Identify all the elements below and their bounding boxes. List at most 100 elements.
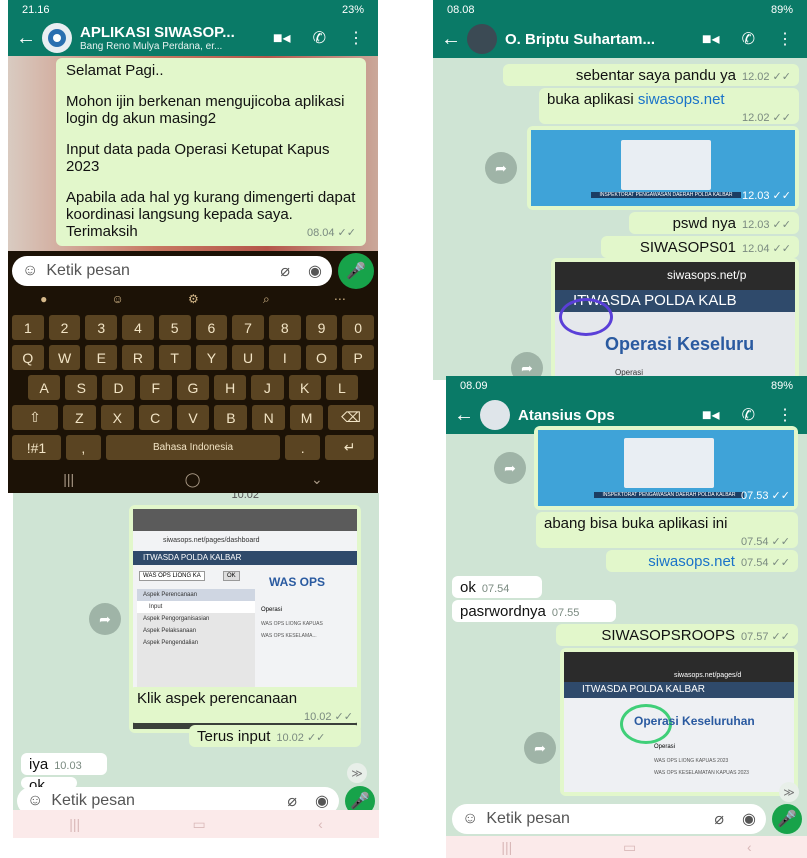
key[interactable]: 1 [12,315,44,340]
key[interactable]: J [251,375,284,400]
key[interactable]: K [288,375,321,400]
video-call-icon[interactable]: ■◂ [702,29,720,49]
message-bubble[interactable]: Klik aspek perencanaan 10.02 ✓✓ [129,687,361,723]
symbols-key[interactable]: !#1 [12,435,61,460]
message-bubble[interactable]: buka aplikasi siwasops.net 12.02 ✓✓ [539,88,799,124]
scroll-down-button[interactable]: ≫ [779,782,799,802]
message-bubble[interactable]: pasrwordnya 07.55 [452,600,616,622]
search-icon[interactable]: ⌕ [263,292,270,307]
emoji-icon[interactable]: ☺ [27,792,43,810]
key[interactable]: M [290,405,324,430]
chat-title[interactable]: APLIKASI SIWASOP... Bang Reno Mulya Perd… [80,24,273,52]
key[interactable]: V [176,405,210,430]
message-bubble[interactable]: siwasops.net 07.54 ✓✓ [606,550,798,572]
message-bubble[interactable]: iya 10.03 [21,753,107,775]
key[interactable]: A [28,375,61,400]
forward-icon[interactable]: ➦ [485,152,517,184]
phone-call-icon[interactable]: ✆ [742,405,755,425]
key[interactable]: L [325,375,358,400]
recent-apps-icon[interactable]: ||| [69,816,80,832]
camera-icon[interactable]: ◉ [315,791,329,811]
key[interactable]: S [65,375,98,400]
message-bubble[interactable]: abang bisa buka aplikasi ini 07.54 ✓✓ [536,512,798,548]
forward-icon[interactable]: ➦ [89,603,121,635]
key[interactable]: N [252,405,286,430]
message-link[interactable]: siwasops.net [648,553,735,570]
period-key[interactable]: . [285,435,321,460]
key[interactable]: Z [63,405,96,430]
key[interactable]: 8 [268,315,301,340]
key[interactable]: U [232,345,264,370]
recent-apps-icon[interactable]: ||| [501,839,512,855]
key[interactable]: F [139,375,172,400]
image-message[interactable]: siwasops.net/p ITWASDA POLDA KALB Operas… [551,258,799,380]
key[interactable]: B [214,405,248,430]
backspace-key-icon[interactable]: ⌫ [328,405,375,430]
message-bubble[interactable]: ok 07.54 [452,576,542,598]
chat-title[interactable]: Atansius Ops [518,407,702,424]
key[interactable]: 2 [48,315,81,340]
key[interactable]: W [48,345,81,370]
message-bubble[interactable]: SIWASOPS01 12.04 ✓✓ [601,236,799,258]
group-avatar[interactable] [42,23,72,53]
key[interactable]: 4 [122,315,154,340]
space-key[interactable]: Bahasa Indonesia [105,435,281,460]
back-icon[interactable]: ‹ [747,839,752,855]
voice-input-icon[interactable]: ● [40,292,47,307]
key[interactable]: I [268,345,301,370]
more-menu-icon[interactable]: ⋮ [348,28,364,48]
key[interactable]: 7 [232,315,264,340]
video-call-icon[interactable]: ■◂ [273,28,291,48]
key[interactable]: T [158,345,191,370]
video-call-icon[interactable]: ■◂ [702,405,720,425]
back-arrow-icon[interactable]: ← [454,404,474,427]
key[interactable]: X [100,405,134,430]
attach-icon[interactable]: ⌀ [714,809,724,829]
phone-call-icon[interactable]: ✆ [313,28,326,48]
back-icon[interactable]: ⌄ [311,471,323,488]
forward-icon[interactable]: ➦ [494,452,526,484]
back-arrow-icon[interactable]: ← [16,27,36,50]
back-arrow-icon[interactable]: ← [441,28,461,51]
image-message[interactable]: INSPEKTORAT PENGAWASAN DAERAH POLDA KALB… [527,126,799,210]
contact-avatar[interactable] [480,400,510,430]
home-icon[interactable]: ▭ [623,839,636,856]
message-input[interactable]: ☺ Ketik pesan ⌀ ◉ [452,804,766,834]
home-icon[interactable]: ◯ [185,471,201,488]
back-icon[interactable]: ‹ [318,816,323,832]
more-keyboard-icon[interactable]: ⋯ [334,292,346,307]
phone-call-icon[interactable]: ✆ [742,29,755,49]
key[interactable]: H [214,375,247,400]
message-input[interactable]: ☺ Ketik pesan ⌀ ◉ [12,256,332,286]
message-bubble[interactable]: pswd nya 12.03 ✓✓ [629,212,799,234]
key[interactable]: O [305,345,338,370]
contact-avatar[interactable] [467,24,497,54]
enter-key-icon[interactable]: ↵ [325,435,374,460]
mic-button[interactable]: 🎤 [772,804,802,834]
key[interactable]: C [138,405,172,430]
key[interactable]: Q [12,345,44,370]
message-link[interactable]: siwasops.net [638,91,725,108]
forward-icon[interactable]: ➦ [524,732,556,764]
key[interactable]: P [342,345,375,370]
shift-key-icon[interactable]: ⇧ [12,405,58,430]
image-message[interactable]: siwasops.net/pages/d ITWASDA POLDA KALBA… [560,648,798,796]
key[interactable]: G [176,375,210,400]
chat-title[interactable]: O. Briptu Suhartam... [505,31,702,48]
recent-apps-icon[interactable]: ||| [63,471,74,487]
more-menu-icon[interactable]: ⋮ [777,29,793,49]
key[interactable]: R [122,345,154,370]
key[interactable]: 0 [342,315,375,340]
comma-key[interactable]: , [65,435,101,460]
camera-icon[interactable]: ◉ [308,261,322,281]
mic-button[interactable]: 🎤 [338,253,374,289]
key[interactable]: E [85,345,118,370]
scroll-down-button[interactable]: ≫ [347,763,367,783]
attach-icon[interactable]: ⌀ [280,261,290,281]
message-bubble[interactable]: Terus input 10.02 ✓✓ [189,725,361,747]
message-bubble[interactable]: Selamat Pagi.. Mohon ijin berkenan mengu… [56,58,366,246]
camera-icon[interactable]: ◉ [742,809,756,829]
key[interactable]: Y [195,345,228,370]
settings-icon[interactable]: ⚙ [188,292,199,307]
home-icon[interactable]: ▭ [193,816,206,833]
